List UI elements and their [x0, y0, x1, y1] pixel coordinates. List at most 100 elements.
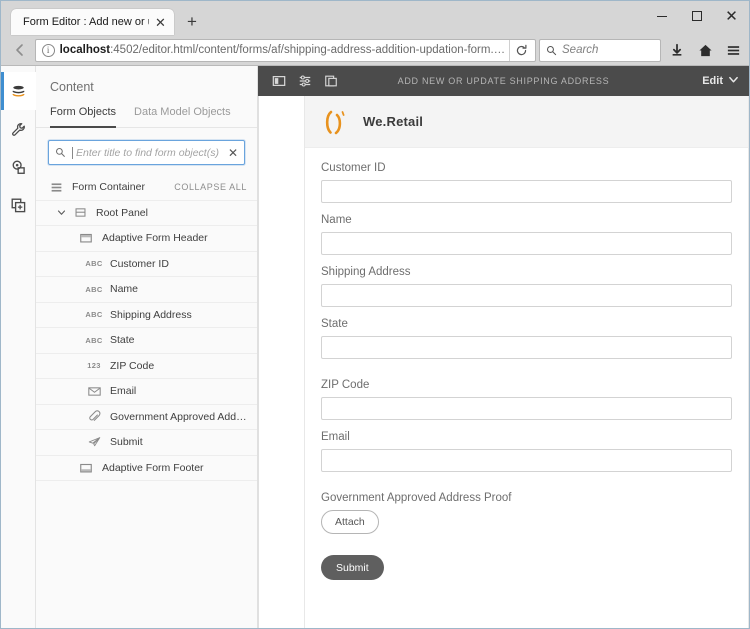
tree-row-address-proof[interactable]: Government Approved Address P... — [36, 405, 257, 430]
browser-tab[interactable]: Form Editor : Add new or update ✕ — [11, 9, 174, 35]
field-label: Email — [321, 431, 350, 443]
search-input[interactable]: Enter title to find form object(s) — [72, 146, 224, 159]
field-state: State — [321, 318, 732, 359]
chevron-down-icon — [728, 74, 739, 88]
content-tree-icon — [12, 85, 24, 97]
rail-item-properties[interactable] — [1, 110, 36, 148]
close-icon: ✕ — [725, 6, 738, 25]
tree-item-label: State — [110, 334, 135, 347]
we-retail-logo-icon — [317, 105, 351, 139]
submit-button[interactable]: Submit — [321, 555, 384, 580]
rail-item-components[interactable] — [1, 186, 36, 224]
field-customer-id: Customer ID — [321, 162, 732, 203]
tab-close-icon[interactable]: ✕ — [153, 15, 168, 30]
customer-id-input[interactable] — [321, 180, 732, 203]
edit-mode-selector[interactable]: Edit — [702, 74, 741, 88]
components-icon — [11, 198, 25, 212]
clear-x-icon[interactable]: ✕ — [224, 146, 238, 160]
tree-row-email[interactable]: Email — [36, 379, 257, 405]
close-window-button[interactable]: ✕ — [714, 1, 749, 31]
maximize-icon — [691, 11, 702, 21]
wrench-icon — [11, 122, 25, 136]
tree-row-name[interactable]: ABC Name — [36, 277, 257, 303]
email-input[interactable] — [321, 449, 732, 472]
tree-row-root-panel[interactable]: Root Panel — [36, 201, 257, 226]
editor-toolbar: ADD NEW OR UPDATE SHIPPING ADDRESS Edit — [258, 66, 749, 96]
rail-item-content-tree[interactable] — [0, 72, 36, 110]
back-arrow-icon — [15, 44, 23, 56]
field-name: Name — [321, 214, 732, 255]
tree-row-state[interactable]: ABC State — [36, 328, 257, 354]
tree-item-label: Email — [110, 385, 137, 398]
field-label: Customer ID — [321, 162, 386, 174]
info-icon[interactable]: i — [41, 43, 55, 57]
field-label: Name — [321, 214, 352, 226]
home-button[interactable] — [691, 36, 719, 64]
form-branding-header: We.Retail — [305, 96, 748, 148]
form-header-icon — [78, 231, 94, 245]
name-input[interactable] — [321, 232, 732, 255]
browser-menu-button[interactable] — [719, 36, 747, 64]
form-editor: ADD NEW OR UPDATE SHIPPING ADDRESS Edit — [258, 66, 749, 628]
field-label: State — [321, 318, 348, 330]
tab-data-model-objects[interactable]: Data Model Objects — [134, 106, 231, 128]
panel-tabs: Form Objects Data Model Objects — [36, 106, 257, 128]
edit-mode-label: Edit — [702, 75, 723, 87]
adaptive-form: We.Retail Customer ID Name Shipping Addr… — [304, 96, 749, 628]
attach-button[interactable]: Attach — [321, 510, 379, 534]
browser-navbar: i localhost:4502/editor.html/content/for… — [1, 35, 749, 66]
collapse-all-button[interactable]: COLLAPSE ALL — [174, 182, 247, 192]
field-shipping-address: Shipping Address — [321, 266, 732, 307]
abc-text-icon: ABC — [85, 335, 103, 345]
download-arrow-icon — [672, 43, 682, 56]
field-label: ZIP Code — [321, 379, 370, 391]
field-address-proof: Government Approved Address Proof Attach — [321, 492, 732, 534]
tree-row-adaptive-form-footer[interactable]: Adaptive Form Footer — [36, 456, 257, 481]
page-properties-icon[interactable] — [292, 66, 318, 96]
address-bar[interactable]: i localhost:4502/editor.html/content/for… — [34, 38, 536, 62]
field-zip-code: ZIP Code — [321, 379, 732, 420]
field-label: Shipping Address — [321, 266, 411, 278]
minimize-button[interactable] — [644, 1, 679, 31]
shipping-address-input[interactable] — [321, 284, 732, 307]
panel-icon — [72, 206, 88, 219]
abc-text-icon: ABC — [85, 259, 103, 269]
tree-row-zip-code[interactable]: 123 ZIP Code — [36, 354, 257, 379]
search-icon — [55, 147, 66, 158]
tree-row-adaptive-form-header[interactable]: Adaptive Form Header — [36, 226, 257, 252]
tree-row-form-container[interactable]: Form Container COLLAPSE ALL — [36, 175, 257, 201]
hamburger-menu-icon — [727, 45, 739, 55]
tree-row-shipping-address[interactable]: ABC Shipping Address — [36, 303, 257, 328]
back-button[interactable] — [5, 36, 35, 64]
abc-text-icon: ABC — [85, 310, 103, 320]
tree-item-label: Customer ID — [110, 257, 169, 270]
left-icon-rail — [0, 66, 36, 628]
tree-row-submit[interactable]: Submit — [36, 430, 257, 456]
search-icon — [546, 45, 557, 56]
field-email: Email — [321, 431, 732, 472]
browser-search-placeholder: Search — [562, 44, 599, 56]
chevron-down-icon[interactable] — [54, 208, 68, 217]
editor-canvas: We.Retail Customer ID Name Shipping Addr… — [258, 96, 749, 628]
url-path: :4502/editor.html/content/forms/af/shipp… — [110, 44, 509, 56]
new-tab-button[interactable]: + — [178, 9, 206, 35]
form-object-search[interactable]: Enter title to find form object(s) ✕ — [48, 140, 245, 165]
state-input[interactable] — [321, 336, 732, 359]
reload-button[interactable] — [509, 39, 533, 61]
maximize-button[interactable] — [679, 1, 714, 31]
assets-icon — [12, 160, 25, 174]
preview-copy-icon[interactable] — [318, 66, 344, 96]
tree-item-label: Adaptive Form Header — [102, 232, 208, 245]
zip-code-input[interactable] — [321, 397, 732, 420]
tree-item-label: Government Approved Address P... — [110, 410, 247, 423]
downloads-button[interactable] — [663, 36, 691, 64]
browser-search-box[interactable]: Search — [539, 38, 661, 62]
tree-item-label: Name — [110, 283, 139, 296]
tree-row-customer-id[interactable]: ABC Customer ID — [36, 252, 257, 277]
abc-text-icon: ABC — [85, 284, 103, 294]
tree-item-label: Submit — [110, 436, 143, 449]
rail-item-assets[interactable] — [1, 148, 36, 186]
side-panel-toggle-icon[interactable] — [266, 66, 292, 96]
tab-title: Form Editor : Add new or update — [23, 16, 149, 28]
tab-form-objects[interactable]: Form Objects — [50, 106, 117, 128]
